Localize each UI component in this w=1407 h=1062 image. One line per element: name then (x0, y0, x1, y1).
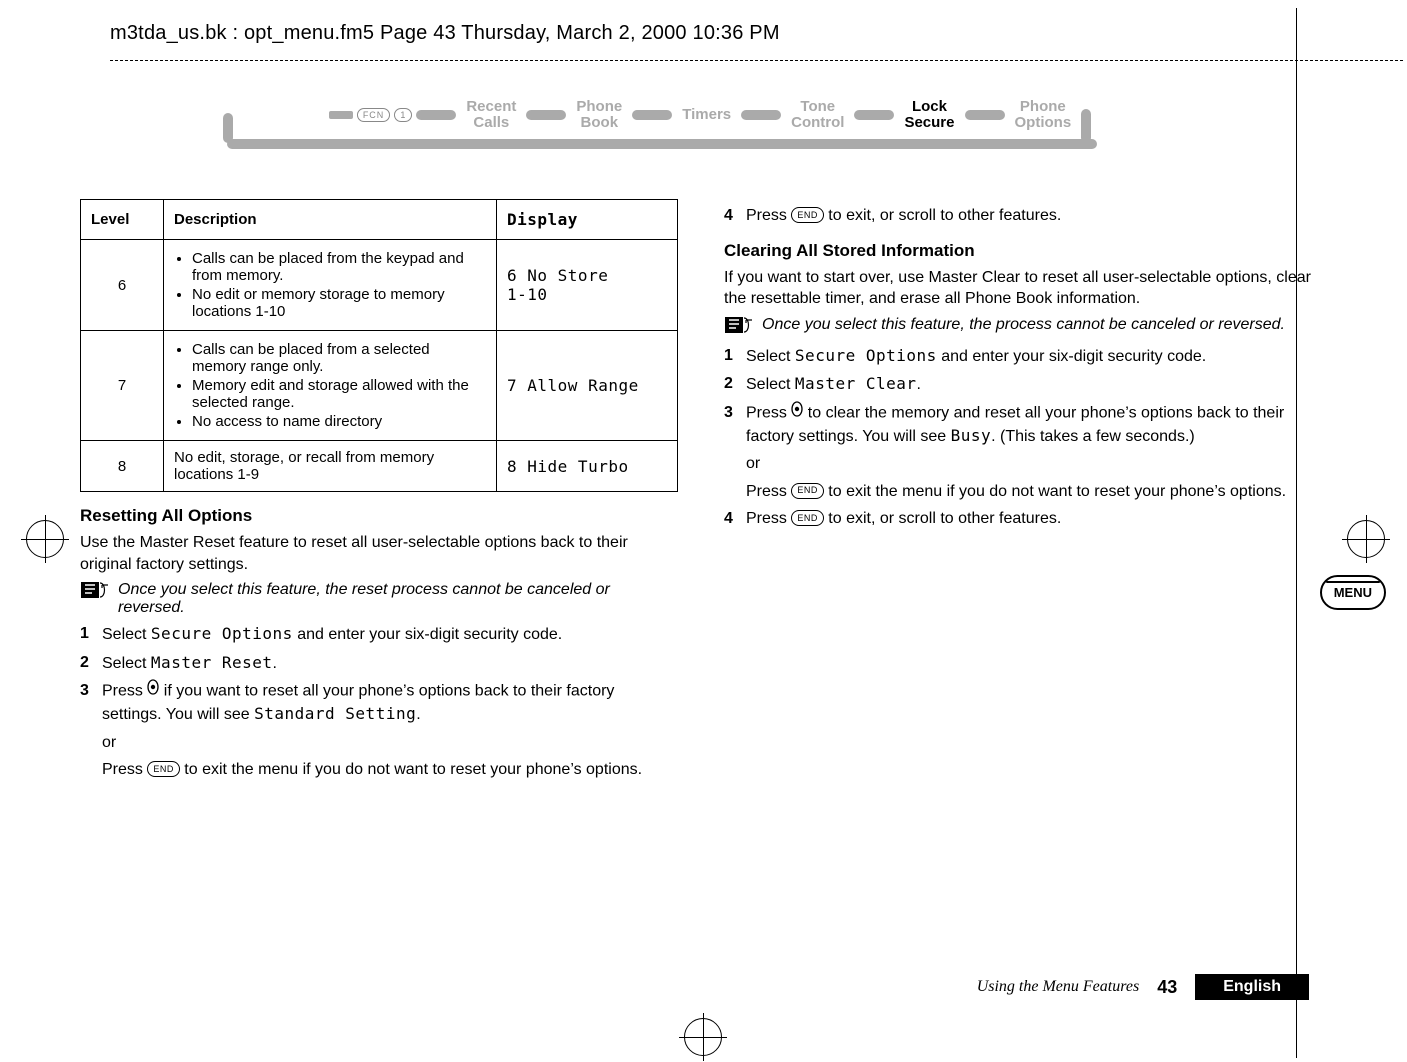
list-item: Select Secure Options and enter your six… (724, 345, 1322, 368)
nav-item-phone-book: PhoneBook (570, 99, 628, 131)
list-item: Press if you want to reset all your phon… (80, 680, 678, 780)
registration-mark-icon (26, 520, 64, 558)
end-key-icon: END (147, 761, 180, 777)
list-item: Press END to exit, or scroll to other fe… (724, 205, 1322, 227)
th-level: Level (81, 200, 164, 240)
footer-language: English (1195, 974, 1309, 1000)
fcn-key-icon: FCN (357, 108, 391, 122)
clear-paragraph: If you want to start over, use Master Cl… (724, 267, 1322, 310)
nav-item-recent-calls: RecentCalls (460, 99, 522, 131)
nav-item-lock-secure: LockSecure (898, 99, 960, 131)
nav-item-tone-control: ToneControl (785, 99, 850, 131)
one-key-icon: 1 (394, 108, 412, 122)
table-row: 6 Calls can be placed from the keypad an… (81, 240, 678, 331)
dashed-rule (110, 60, 1403, 61)
reset-steps: Select Secure Options and enter your six… (80, 623, 678, 781)
end-key-icon: END (791, 483, 824, 499)
list-item: Select Secure Options and enter your six… (80, 623, 678, 646)
heading-resetting: Resetting All Options (80, 506, 678, 526)
list-item: Press END to exit, or scroll to other fe… (724, 508, 1322, 530)
nav-item-timers: Timers (676, 107, 737, 123)
note-clear: Once you select this feature, the proces… (724, 316, 1322, 339)
print-header: m3tda_us.bk : opt_menu.fm5 Page 43 Thurs… (110, 22, 780, 45)
or-text: or (102, 732, 678, 754)
reset-alt: Press END to exit the menu if you do not… (102, 759, 678, 781)
end-key-icon: END (791, 510, 824, 526)
note-icon (80, 581, 110, 617)
select-key-icon (791, 401, 803, 424)
page-number: 43 (1157, 977, 1177, 998)
registration-mark-icon (1347, 520, 1385, 558)
note-text: Once you select this feature, the reset … (118, 581, 678, 617)
clear-alt: Press END to exit the menu if you do not… (746, 481, 1322, 503)
registration-mark-icon (684, 1018, 722, 1056)
nav-start-keys: FCN 1 (329, 108, 413, 122)
end-key-icon: END (791, 207, 824, 223)
th-description: Description (164, 200, 497, 240)
levels-table: Level Description Display 6 Calls can be… (80, 199, 678, 492)
left-column: Level Description Display 6 Calls can be… (80, 199, 678, 787)
th-display: Display (497, 200, 678, 240)
select-key-icon (147, 679, 159, 702)
list-item: Press to clear the memory and reset all … (724, 402, 1322, 502)
list-item: Select Master Clear. (724, 373, 1322, 396)
table-row: 8 No edit, storage, or recall from memor… (81, 441, 678, 492)
list-item: Select Master Reset. (80, 652, 678, 675)
page-content: FCN 1 RecentCalls PhoneBook Timers ToneC… (80, 95, 1326, 787)
heading-clearing: Clearing All Stored Information (724, 241, 1322, 261)
note-text: Once you select this feature, the proces… (762, 316, 1322, 339)
menu-badge: MENU (1320, 575, 1386, 610)
clear-steps: Select Secure Options and enter your six… (724, 345, 1322, 530)
breadcrumb: FCN 1 RecentCalls PhoneBook Timers ToneC… (80, 95, 1326, 181)
table-row: 7 Calls can be placed from a selected me… (81, 331, 678, 441)
reset-paragraph: Use the Master Reset feature to reset al… (80, 532, 678, 575)
step4-top: Press END to exit, or scroll to other fe… (724, 205, 1322, 227)
page-footer: Using the Menu Features 43 English (977, 974, 1309, 1000)
note-reset: Once you select this feature, the reset … (80, 581, 678, 617)
note-icon (724, 316, 754, 339)
or-text: or (746, 453, 1322, 475)
right-column: Press END to exit, or scroll to other fe… (724, 199, 1322, 787)
nav-item-phone-options: PhoneOptions (1009, 99, 1078, 131)
footer-title: Using the Menu Features (977, 978, 1139, 996)
